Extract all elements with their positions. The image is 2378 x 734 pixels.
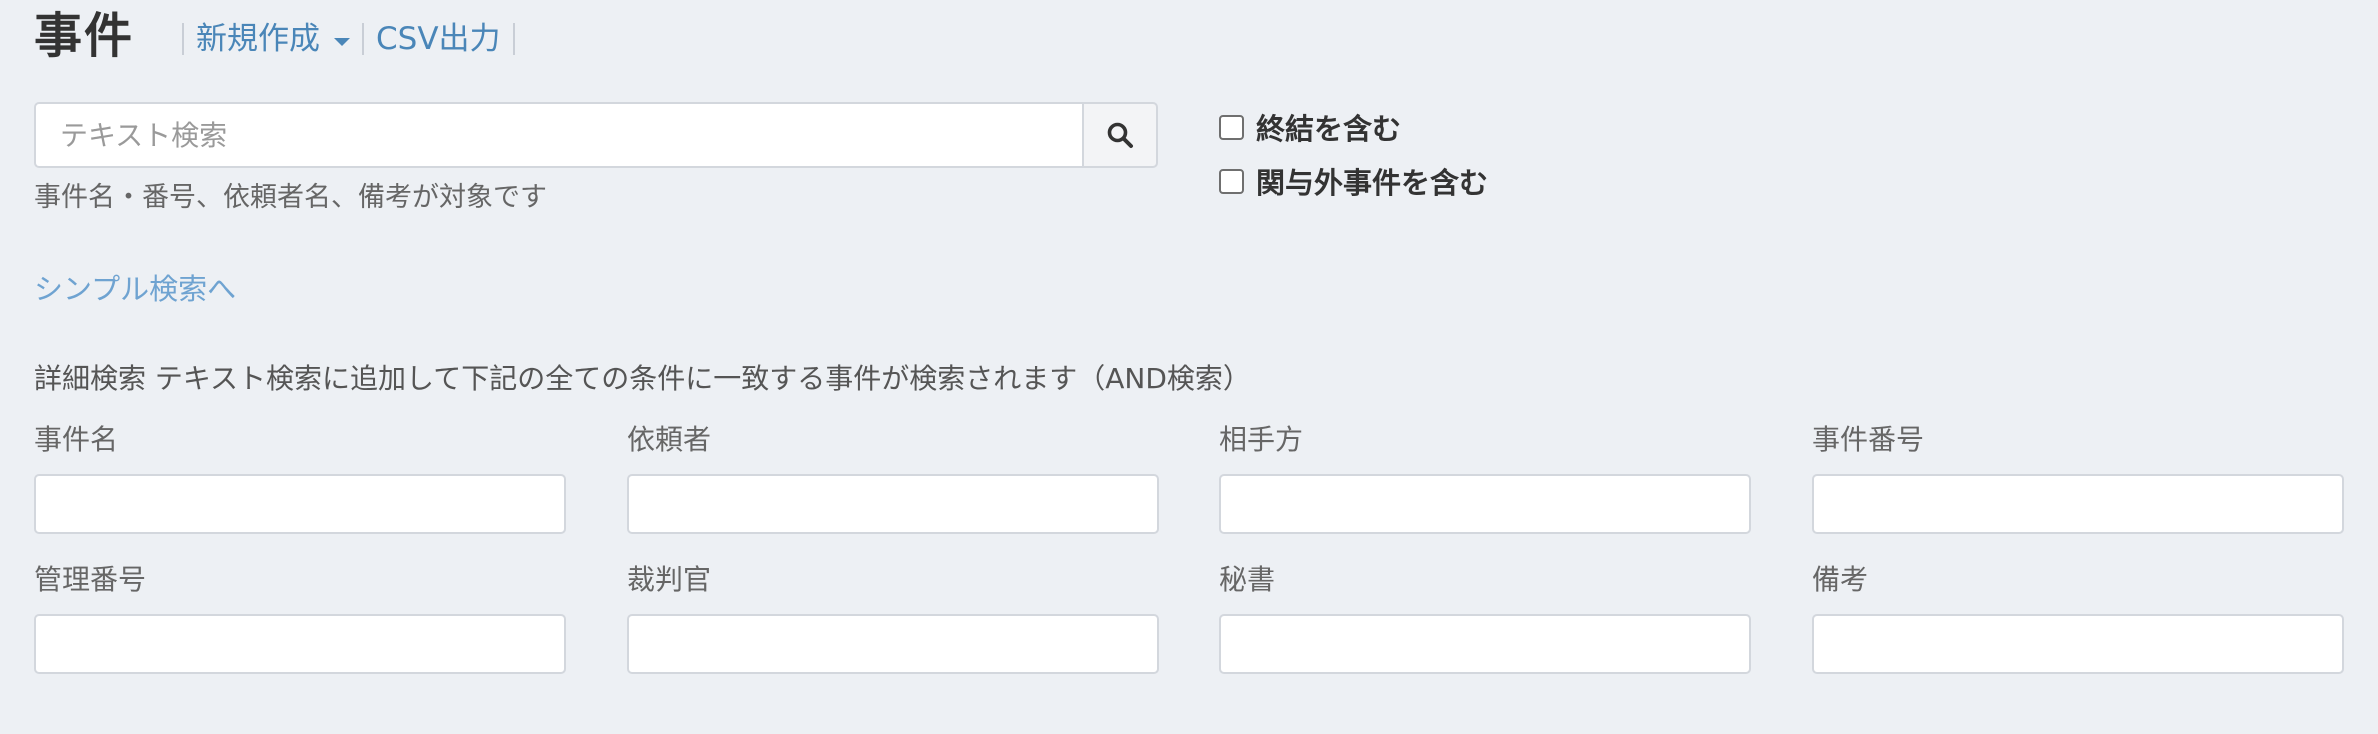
simple-search-link[interactable]: シンプル検索へ [34,270,236,308]
field-management-number: 管理番号 [34,562,566,674]
secretary-input[interactable] [1219,614,1751,674]
include-closed-label: 終結を含む [1256,112,1402,146]
csv-export-link[interactable]: CSV出力 [364,20,513,58]
opponent-input[interactable] [1219,474,1751,534]
client-input[interactable] [627,474,1159,534]
field-label: 秘書 [1219,563,1276,596]
separator [512,23,515,55]
case-name-input[interactable] [34,474,566,534]
notes-input[interactable] [1812,614,2344,674]
field-label: 備考 [1812,563,1869,596]
search-help-text: 事件名・番号、依頼者名、備考が対象です [34,182,547,213]
search-button[interactable] [1082,102,1158,168]
judge-input[interactable] [627,614,1159,674]
text-search-group [34,102,1158,168]
field-judge: 裁判官 [627,562,1159,674]
header-actions: 新規作成 CSV出力 [182,20,515,58]
field-label: 管理番号 [34,563,147,596]
management-number-input[interactable] [34,614,566,674]
search-icon [1107,122,1133,148]
include-closed-option[interactable]: 終結を含む [1219,106,1401,148]
text-search-input[interactable] [34,102,1082,168]
include-unrelated-option[interactable]: 関与外事件を含む [1219,160,1488,202]
field-notes: 備考 [1812,562,2344,674]
advanced-search-heading: 詳細検索 テキスト検索に追加して下記の全ての条件に一致する事件が検索されます（A… [34,362,1251,395]
field-label: 依頼者 [627,423,712,456]
field-label: 裁判官 [627,563,712,596]
field-label: 事件番号 [1812,423,1925,456]
field-secretary: 秘書 [1219,562,1751,674]
include-closed-checkbox[interactable] [1219,114,1244,140]
field-label: 事件名 [34,423,119,456]
include-unrelated-label: 関与外事件を含む [1256,166,1489,200]
include-unrelated-checkbox[interactable] [1219,168,1244,194]
field-label: 相手方 [1219,423,1304,456]
caret-down-icon [334,38,350,46]
field-opponent: 相手方 [1219,422,1751,534]
field-client: 依頼者 [627,422,1159,534]
field-case-number: 事件番号 [1812,422,2344,534]
page-title: 事件 [34,8,135,64]
case-number-input[interactable] [1812,474,2344,534]
new-create-dropdown[interactable]: 新規作成 [184,20,362,58]
new-create-label: 新規作成 [196,21,320,57]
case-search-page: 事件 新規作成 CSV出力 事件名・番号、依頼者名、備考が対象です 終結を含む … [0,0,2378,734]
field-case-name: 事件名 [34,422,566,534]
